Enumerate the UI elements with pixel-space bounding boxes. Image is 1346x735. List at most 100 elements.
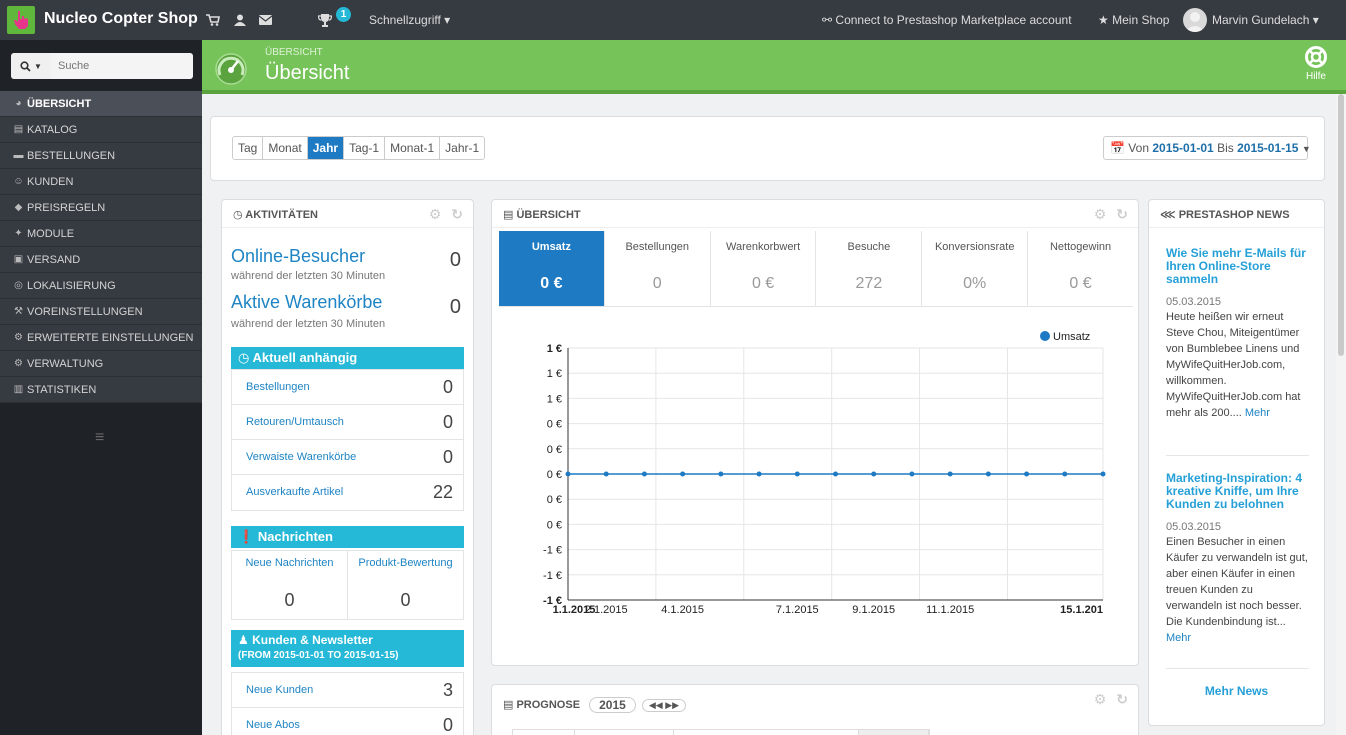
list-item-link[interactable]: Retouren/Umtausch — [246, 416, 344, 428]
list-item-link[interactable]: Neue Kunden — [246, 684, 313, 696]
sidebar-item-erweiterte-einstellungen[interactable]: ⚙ ERWEITERTE EINSTELLUNGEN — [0, 325, 202, 351]
kpi-label: Konversionsrate — [934, 241, 1015, 253]
news-item-body: Heute heißen wir erneut Steve Chou, Mite… — [1166, 311, 1301, 419]
list-item-link[interactable]: Neue Abos — [246, 719, 300, 731]
shop-name[interactable]: Nucleo Copter Shop — [44, 10, 198, 28]
help-button[interactable]: Hilfe — [1296, 46, 1336, 82]
data-point — [1100, 471, 1106, 477]
my-shop-link[interactable]: ★ Mein Shop — [1098, 13, 1169, 27]
period-button-tag[interactable]: Tag — [233, 137, 264, 159]
data-point — [756, 471, 762, 477]
pending-title: Aktuell anhängig — [252, 350, 358, 365]
x-tick-label: 2.1.2015 — [585, 604, 628, 616]
calendar-icon: 📅 — [1110, 141, 1125, 155]
sidebar-item-übersicht[interactable]: ◕ ÜBERSICHT — [0, 91, 202, 117]
message-stat: Produkt-Bewertung 0 — [348, 551, 463, 619]
period-button-monat[interactable]: Monat — [263, 137, 308, 159]
data-point — [1024, 471, 1030, 477]
kpi-label: Besuche — [847, 241, 891, 253]
settings-icon[interactable]: ⚙ — [429, 206, 442, 223]
settings-icon[interactable]: ⚙ — [1094, 691, 1107, 708]
message-stat-link[interactable]: Produkt-Bewertung — [348, 557, 463, 569]
sidebar-item-bestellungen[interactable]: ▬ BESTELLUNGEN — [0, 143, 202, 169]
period-button-jahr[interactable]: Jahr — [307, 137, 345, 159]
news-item-text: Heute heißen wir erneut Steve Chou, Mite… — [1166, 309, 1309, 421]
message-stat-link[interactable]: Neue Nachrichten — [232, 557, 347, 569]
envelope-icon[interactable] — [257, 12, 273, 28]
search-type-button[interactable]: ▼ — [11, 53, 51, 79]
avatar[interactable] — [1183, 8, 1207, 32]
list-item-link[interactable]: Ausverkaufte Artikel — [246, 486, 343, 498]
refresh-icon[interactable]: ↻ — [1116, 691, 1128, 708]
list-item-link[interactable]: Bestellungen — [246, 381, 310, 393]
next-icon[interactable]: ▶▶ — [665, 700, 679, 710]
read-more-link[interactable]: Mehr — [1166, 632, 1191, 644]
kpi-tab-umsatz[interactable]: Umsatz 0 € — [499, 231, 605, 306]
trophy-icon[interactable] — [317, 12, 333, 28]
cogs-icon: ⚙ — [14, 331, 23, 343]
marketplace-link[interactable]: ⚯ Connect to Prestashop Marketplace acco… — [822, 13, 1072, 27]
kpi-tab-konversionsrate[interactable]: Konversionsrate 0% — [922, 231, 1029, 306]
sidebar-item-kunden[interactable]: ☺ KUNDEN — [0, 169, 202, 195]
user-icon[interactable] — [232, 12, 248, 28]
kpi-tab-warenkorbwert[interactable]: Warenkorbwert 0 € — [711, 231, 817, 306]
breadcrumb[interactable]: ÜBERSICHT — [265, 47, 323, 58]
scrollbar-thumb[interactable] — [1338, 94, 1344, 356]
data-point — [871, 471, 877, 477]
pending-list: Bestellungen 0 Retouren/Umtausch 0 Verwaiste… — [231, 369, 464, 511]
sidebar-item-preisregeln[interactable]: ◆ PREISREGELN — [0, 195, 202, 221]
prestashop-logo-icon[interactable] — [7, 6, 35, 34]
news-item: Marketing-Inspiration: 4 kreative Kniffe… — [1166, 472, 1309, 646]
sidebar-item-voreinstellungen[interactable]: ⚒ VOREINSTELLUNGEN — [0, 299, 202, 325]
date-range-picker[interactable]: 📅 Von 2015-01-01 Bis 2015-01-15 ▼ — [1103, 136, 1311, 160]
news-item-title[interactable]: Marketing-Inspiration: 4 kreative Kniffe… — [1166, 472, 1309, 511]
employee-menu[interactable]: Marvin Gundelach ▾ — [1212, 13, 1319, 27]
year-navigation[interactable]: ◀◀ ▶▶ — [641, 698, 687, 712]
news-item-title[interactable]: Wie Sie mehr E-Mails für Ihren Online-St… — [1166, 247, 1309, 286]
sidebar-item-verwaltung[interactable]: ⚙ VERWALTUNG — [0, 351, 202, 377]
y-tick-label: 0 € — [547, 419, 562, 431]
data-point — [909, 471, 915, 477]
user-icon: ♟ — [238, 633, 249, 647]
forecast-year[interactable]: 2015 — [589, 697, 636, 713]
credit-card-icon: ▬ — [13, 149, 24, 161]
more-news-link[interactable]: Mehr News — [1149, 684, 1324, 698]
active-carts-link[interactable]: Aktive Warenkörbe — [231, 292, 382, 313]
sidebar-item-lokalisierung[interactable]: ◎ LOKALISIERUNG — [0, 273, 202, 299]
active-carts-value: 0 — [449, 296, 461, 318]
period-button-tag-1[interactable]: Tag-1 — [344, 137, 386, 159]
y-tick-label: 0 € — [547, 444, 562, 456]
sales-line-chart: 1 €1 €1 €0 €0 €0 €0 €0 €-1 €-1 €-1 €1.1.… — [543, 331, 1106, 616]
kpi-tab-besuche[interactable]: Besuche 272 — [816, 231, 923, 306]
previous-icon[interactable]: ◀◀ — [649, 700, 663, 710]
kpi-tab-nettogewinn[interactable]: Nettogewinn 0 € — [1028, 231, 1133, 306]
customers-section-header: ♟ Kunden & Newsletter (FROM 2015-01-01 T… — [231, 630, 464, 667]
sidebar-item-statistiken[interactable]: ▥ STATISTIKEN — [0, 377, 202, 403]
messages-section-header: ❗ Nachrichten — [231, 526, 464, 548]
page-scrollbar[interactable] — [1336, 94, 1346, 735]
collapse-menu-icon[interactable]: ≡ — [95, 429, 104, 447]
list-item-link[interactable]: Verwaiste Warenkörbe — [246, 451, 356, 463]
sidebar-item-module[interactable]: ✦ MODULE — [0, 221, 202, 247]
data-point — [833, 471, 838, 477]
cog-icon: ⚙ — [14, 357, 23, 369]
y-tick-label: -1 € — [543, 545, 562, 557]
pending-section-header: ◷ Aktuell anhängig — [231, 347, 464, 369]
settings-icon[interactable]: ⚙ — [1094, 206, 1107, 223]
read-more-link[interactable]: Mehr — [1245, 407, 1270, 419]
sidebar-item-versand[interactable]: ▣ VERSAND — [0, 247, 202, 273]
online-visitors-link[interactable]: Online-Besucher — [231, 246, 365, 267]
search-input[interactable] — [51, 53, 193, 79]
sidebar-item-katalog[interactable]: ▤ KATALOG — [0, 117, 202, 143]
quick-access-dropdown[interactable]: Schnellzugriff ▾ — [369, 13, 450, 27]
refresh-icon[interactable]: ↻ — [451, 206, 463, 223]
refresh-icon[interactable]: ↻ — [1116, 206, 1128, 223]
period-button-monat-1[interactable]: Monat-1 — [385, 137, 441, 159]
online-visitors-value: 0 — [449, 249, 461, 271]
forecast-panel-header: ▤ PROGNOSE 2015 ◀◀ ▶▶ ⚙ ↻ — [492, 685, 1138, 719]
kpi-tab-bestellungen[interactable]: Bestellungen 0 — [605, 231, 711, 306]
cart-icon[interactable] — [205, 12, 221, 28]
from-label: Von — [1128, 141, 1149, 155]
period-button-jahr-1[interactable]: Jahr-1 — [440, 137, 485, 159]
bar-chart-icon: ▤ — [503, 209, 514, 221]
